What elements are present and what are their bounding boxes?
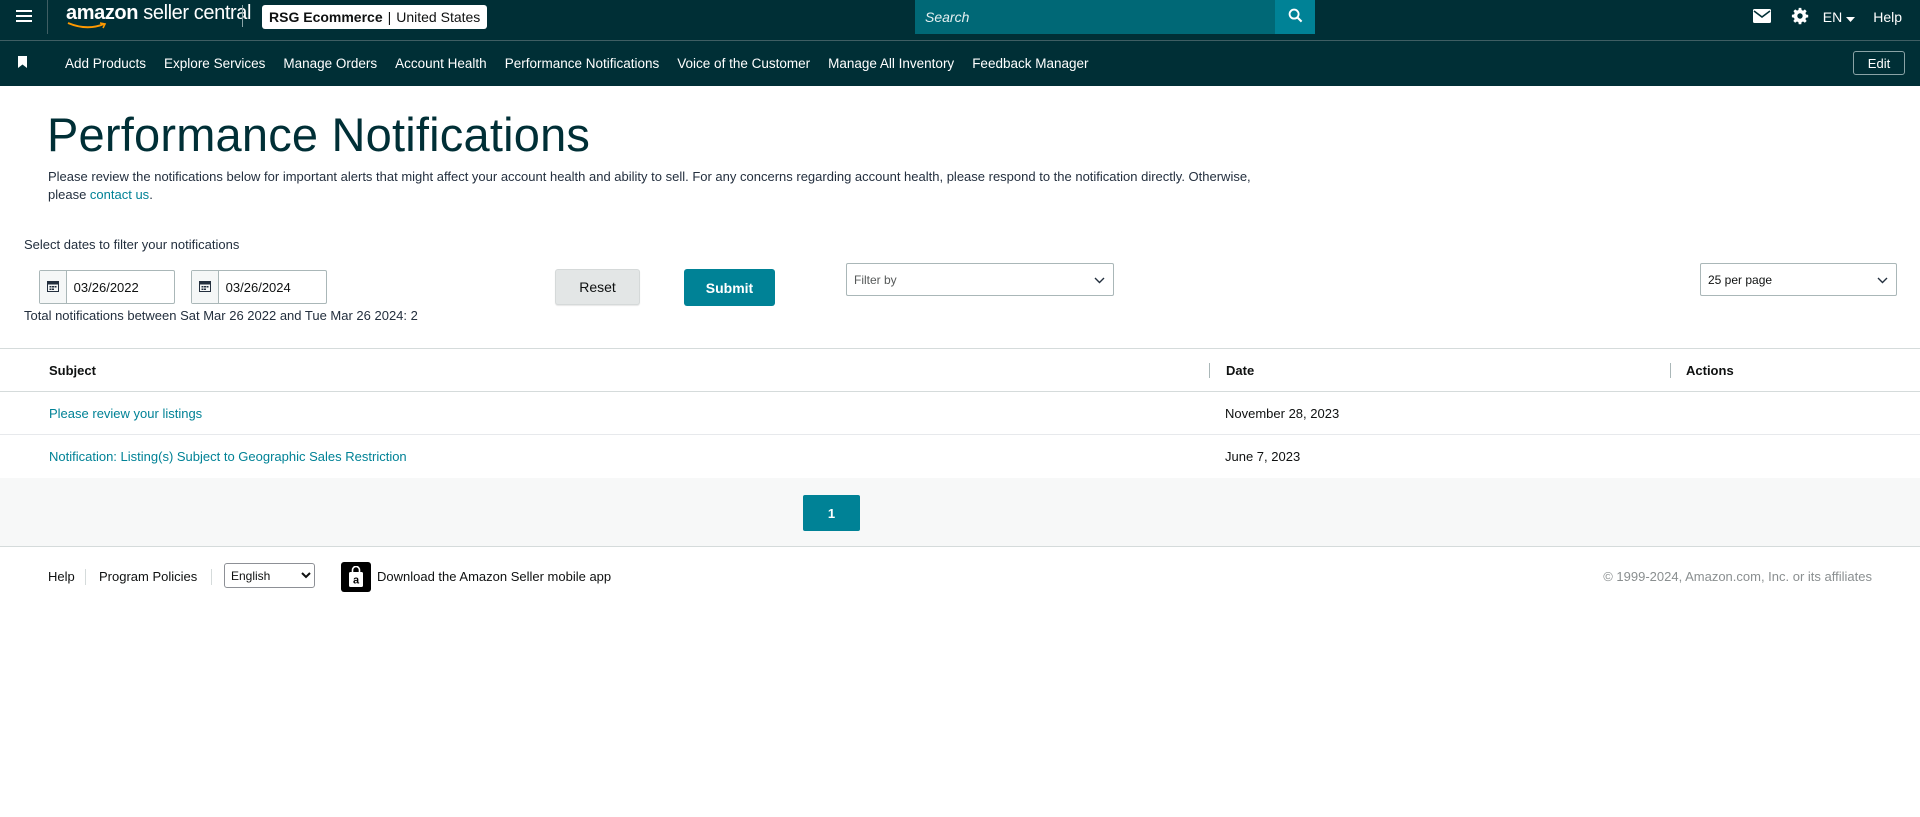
table-row: Notification: Listing(s) Subject to Geog… [0,435,1920,478]
footer-divider [85,569,86,585]
search-input[interactable] [915,0,1275,34]
svg-text:a: a [353,575,360,587]
nav-bar: Add Products Explore Services Manage Ord… [0,41,1920,86]
end-date-field [191,270,327,304]
download-app-link[interactable]: Download the Amazon Seller mobile app [377,560,611,592]
account-switcher[interactable]: RSG Ecommerce | United States [262,5,488,29]
menu-button[interactable] [0,0,48,34]
footer-language-select[interactable]: English [224,563,315,588]
nav-item-manage-all-inventory[interactable]: Manage All Inventory [819,56,963,71]
page-title: Performance Notifications [47,108,591,161]
pagination: 1 [0,478,1920,547]
filter-by-dropdown[interactable]: Filter by [846,263,1114,296]
column-header-date: Date [1226,363,1255,378]
notifications-table: Subject Date Actions Please review your … [0,348,1920,479]
edit-nav-button[interactable]: Edit [1853,51,1905,75]
column-header-actions: Actions [1686,363,1734,378]
chevron-down-icon [1877,273,1888,287]
column-divider [1670,363,1671,378]
search-button[interactable] [1275,0,1315,34]
date-filter-label: Select dates to filter your notification… [24,237,240,252]
calendar-icon [198,280,211,295]
column-divider [1209,363,1210,378]
marketplace-name: United States [396,9,481,25]
per-page-dropdown[interactable]: 25 per page [1700,263,1897,296]
footer: Help Program Policies English a Download… [0,560,1920,592]
notification-date: November 28, 2023 [1225,406,1340,421]
seller-central-logo[interactable]: amazon seller central [66,2,251,32]
notification-date: June 7, 2023 [1225,449,1301,464]
top-right-controls: EN Help [1743,0,1920,34]
filter-by-placeholder: Filter by [854,272,897,287]
top-bar: amazon seller central RSG Ecommerce | Un… [0,0,1920,41]
nav-item-feedback-manager[interactable]: Feedback Manager [963,56,1097,71]
chevron-down-icon [1094,273,1105,287]
logo-text-bold: amazon [66,2,139,24]
reset-button[interactable]: Reset [555,269,640,305]
gear-icon [1791,7,1809,28]
nav-item-explore-services[interactable]: Explore Services [155,56,274,71]
logo-divider [242,5,243,27]
nav-item-performance-notifications[interactable]: Performance Notifications [496,56,669,71]
intro-line-1: Please review the notifications below fo… [48,169,1251,184]
search-bar [915,0,1315,34]
start-date-calendar-button[interactable] [40,271,67,303]
end-date-input[interactable] [218,271,326,303]
caret-down-icon [1846,9,1856,25]
logo-text-light: seller central [143,2,252,24]
amazon-smile-icon [67,22,107,29]
language-selector[interactable]: EN [1819,9,1865,25]
intro-line-2-suffix: . [149,187,153,202]
messages-button[interactable] [1743,0,1781,34]
per-page-value: 25 per page [1708,272,1773,287]
nav-item-account-health[interactable]: Account Health [386,56,496,71]
nav-items: Add Products Explore Services Manage Ord… [56,41,1098,86]
column-header-subject: Subject [49,363,96,378]
copyright-text: © 1999-2024, Amazon.com, Inc. or its aff… [1603,568,1872,584]
settings-button[interactable] [1781,0,1819,34]
account-name: RSG Ecommerce [269,9,383,25]
page-button-current[interactable]: 1 [803,495,860,531]
bookmark-icon[interactable] [18,56,27,71]
notification-subject-link[interactable]: Notification: Listing(s) Subject to Geog… [49,435,407,478]
menu-icon [15,9,32,25]
search-icon [1288,8,1303,26]
seller-app-icon[interactable]: a [341,562,371,592]
intro-text: Please review the notifications below fo… [48,168,1328,204]
nav-item-manage-orders[interactable]: Manage Orders [274,56,386,71]
calendar-icon [46,280,59,295]
account-divider: | [387,9,392,25]
end-date-calendar-button[interactable] [192,271,219,303]
nav-item-voice-of-the-customer[interactable]: Voice of the Customer [668,56,819,71]
nav-item-add-products[interactable]: Add Products [56,56,155,71]
intro-line-2-prefix: please [48,187,90,202]
table-row: Please review your listings November 28,… [0,392,1920,435]
start-date-field [39,270,175,304]
start-date-input[interactable] [66,271,174,303]
language-label: EN [1822,9,1843,25]
total-notifications-text: Total notifications between Sat Mar 26 2… [24,308,418,323]
table-header: Subject Date Actions [0,349,1920,392]
notification-subject-link[interactable]: Please review your listings [49,392,202,435]
mail-icon [1752,8,1771,26]
help-link[interactable]: Help [1865,9,1920,25]
footer-program-policies-link[interactable]: Program Policies [99,560,197,592]
footer-help-link[interactable]: Help [48,560,75,592]
submit-button[interactable]: Submit [684,269,775,306]
contact-us-link[interactable]: contact us [90,187,149,202]
footer-divider [211,569,212,585]
